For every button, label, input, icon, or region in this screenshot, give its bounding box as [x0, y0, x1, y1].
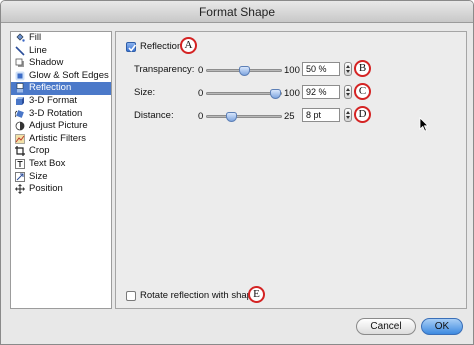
sidebar-item-3d-rotation[interactable]: 3-D Rotation: [11, 108, 111, 121]
crop-icon: [15, 146, 25, 157]
sidebar-item-line[interactable]: Line: [11, 45, 111, 58]
artistic-filters-icon: [15, 133, 25, 144]
sidebar-item-glow-soft-edges[interactable]: Glow & Soft Edges: [11, 70, 111, 83]
fill-icon: [15, 33, 25, 43]
ok-button[interactable]: OK: [421, 318, 463, 335]
sidebar-item-label: Adjust Picture: [29, 120, 88, 132]
reflection-checkbox[interactable]: [126, 42, 137, 52]
size-max-label: 100: [284, 88, 300, 99]
reflection-checkbox-label: Reflection: [140, 41, 183, 52]
callout-e: E: [248, 286, 265, 303]
reflection-panel: Reflection A Transparency: 0 100 50 % B …: [115, 31, 467, 309]
sidebar-item-label: Glow & Soft Edges: [29, 69, 109, 81]
distance-slider[interactable]: [206, 112, 282, 122]
size-value-field[interactable]: 92 %: [302, 85, 340, 99]
size-slider-thumb[interactable]: [270, 89, 282, 99]
position-icon: [15, 184, 25, 194]
mouse-pointer-icon: [419, 117, 429, 132]
sidebar-item-label: Reflection: [29, 82, 72, 94]
sidebar-item-fill[interactable]: Fill: [11, 32, 111, 45]
checkmark-icon: [128, 44, 137, 52]
sidebar-item-label: Crop: [29, 145, 50, 157]
distance-slider-thumb[interactable]: [225, 112, 237, 122]
line-icon: [15, 46, 25, 56]
sidebar-item-label: Size: [29, 170, 48, 182]
rotate-reflection-label: Rotate reflection with shape: [140, 290, 258, 301]
sidebar-item-label: Fill: [29, 32, 42, 43]
3d-format-icon: [15, 96, 25, 106]
size-label: Size:: [134, 87, 156, 98]
transparency-slider[interactable]: [206, 66, 282, 76]
sidebar-item-size[interactable]: Size: [11, 171, 111, 184]
reflection-icon: [15, 83, 25, 93]
sidebar-item-label: Shadow: [29, 57, 64, 69]
sidebar-item-label: Artistic Filters: [29, 132, 86, 144]
sidebar-item-crop[interactable]: Crop: [11, 145, 111, 158]
format-shape-dialog: Format Shape Fill Line Shadow Glow & Sof…: [0, 0, 474, 345]
sidebar-item-adjust-picture[interactable]: Adjust Picture: [11, 120, 111, 133]
callout-a: A: [180, 37, 197, 54]
transparency-label: Transparency:: [134, 64, 195, 75]
transparency-stepper[interactable]: [344, 62, 352, 76]
shadow-icon: [15, 58, 25, 68]
stepper-arrows-icon: [346, 65, 350, 73]
sidebar-item-shadow[interactable]: Shadow: [11, 57, 111, 70]
window-title: Format Shape: [1, 1, 473, 23]
sidebar-item-label: Text Box: [29, 157, 66, 169]
sidebar-item-3d-format[interactable]: 3-D Format: [11, 95, 111, 108]
distance-value-field[interactable]: 8 pt: [302, 108, 340, 122]
distance-min-label: 0: [198, 111, 204, 122]
distance-label: Distance:: [134, 110, 174, 121]
3d-rotation-icon: [15, 109, 25, 119]
category-list: Fill Line Shadow Glow & Soft Edges Refle…: [10, 31, 112, 309]
sidebar-item-label: 3-D Format: [29, 94, 78, 106]
sidebar-item-artistic-filters[interactable]: Artistic Filters: [11, 133, 111, 146]
sidebar-item-text-box[interactable]: Text Box: [11, 158, 111, 171]
text-box-icon: [15, 159, 25, 169]
callout-d: D: [354, 106, 371, 123]
callout-b: B: [354, 60, 371, 77]
cancel-button[interactable]: Cancel: [356, 318, 416, 335]
sidebar-item-position[interactable]: Position: [11, 183, 111, 196]
sidebar-item-label: Line: [29, 44, 47, 56]
size-stepper[interactable]: [344, 85, 352, 99]
glow-icon: [15, 71, 25, 81]
stepper-arrows-icon: [346, 88, 350, 96]
adjust-picture-icon: [15, 121, 25, 131]
callout-c: C: [354, 83, 371, 100]
size-icon: [15, 171, 25, 182]
transparency-slider-thumb[interactable]: [239, 66, 250, 76]
stepper-arrows-icon: [346, 111, 350, 119]
sidebar-item-reflection[interactable]: Reflection: [11, 82, 111, 95]
size-slider[interactable]: [206, 89, 282, 99]
sidebar-item-label: Position: [29, 183, 63, 195]
distance-stepper[interactable]: [344, 108, 352, 122]
distance-max-label: 25: [284, 111, 295, 122]
transparency-min-label: 0: [198, 65, 204, 76]
size-min-label: 0: [198, 88, 204, 99]
transparency-max-label: 100: [284, 65, 300, 76]
transparency-value-field[interactable]: 50 %: [302, 62, 340, 76]
sidebar-item-label: 3-D Rotation: [29, 107, 83, 119]
rotate-reflection-checkbox[interactable]: [126, 291, 136, 301]
